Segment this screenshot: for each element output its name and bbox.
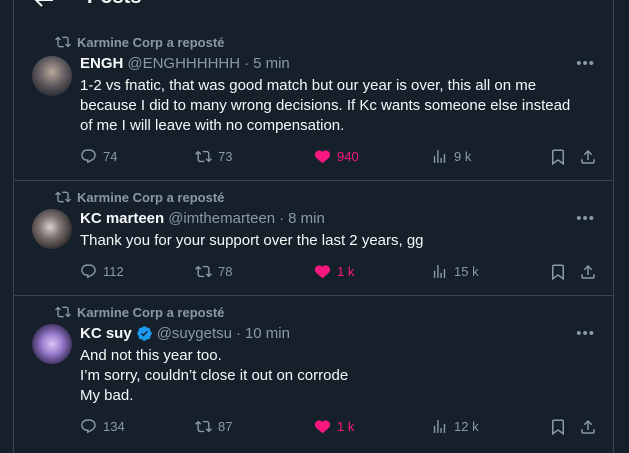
views-button[interactable]: 15 k (431, 263, 479, 280)
action-bar: 112 78 1 k 15 k (14, 263, 613, 283)
reply-icon (81, 264, 96, 279)
more-options-icon[interactable]: ••• (576, 325, 595, 342)
author-line: KC marteen @imthemarteen · 8 min (80, 210, 325, 227)
views-chart-icon (433, 420, 446, 433)
avatar[interactable] (32, 324, 72, 364)
bookmark-icon (552, 264, 564, 281)
tweet-text-line: I’m sorry, couldn’t close it out on corr… (80, 367, 349, 384)
views-button[interactable]: 9 k (431, 148, 471, 165)
separator: · (279, 210, 285, 227)
back-arrow-icon[interactable] (34, 0, 54, 7)
tweet-text-line: And not this year too. (80, 347, 222, 364)
repost-button[interactable]: 78 (195, 263, 232, 280)
bookmark-button[interactable] (549, 418, 567, 441)
like-button[interactable]: 940 (314, 148, 359, 165)
repost-button[interactable]: 87 (195, 418, 232, 435)
repost-icon (195, 265, 212, 278)
author-handle[interactable]: @ENGHHHHHH (127, 55, 240, 72)
share-button[interactable] (579, 148, 597, 171)
verified-badge-icon (136, 326, 152, 341)
repost-count: 73 (218, 149, 233, 164)
heart-icon (314, 265, 331, 279)
author-handle[interactable]: @imthemarteen (168, 210, 275, 227)
repost-icon (55, 306, 71, 318)
reply-icon (81, 149, 96, 164)
repost-button[interactable]: 73 (195, 148, 232, 165)
author-name[interactable]: KC suy (80, 325, 132, 342)
timestamp[interactable]: 5 min (253, 55, 290, 72)
repost-count: 78 (218, 264, 233, 279)
repost-indicator: Karmine Corp a reposté (55, 189, 224, 205)
like-button[interactable]: 1 k (314, 418, 354, 435)
repost-icon (55, 191, 71, 203)
share-icon (581, 149, 595, 164)
bookmark-button[interactable] (549, 263, 567, 286)
repost-count: 87 (218, 419, 233, 434)
tweet-text-line: My bad. (80, 387, 134, 404)
like-count: 940 (337, 149, 359, 164)
share-icon (581, 264, 595, 279)
repost-icon (195, 150, 212, 163)
author-line: KC suy @suygetsu · 10 min (80, 325, 290, 342)
tweet-text-line: 1-2 vs fnatic, that was good match but o… (80, 77, 537, 94)
tweet[interactable]: Karmine Corp a reposté ENGH @ENGHHHHHH ·… (14, 26, 613, 181)
tweet-text: And not this year too. I’m sorry, couldn… (80, 346, 600, 406)
timeline-column: Posts Karmine Corp a reposté ENGH @ENGHH… (13, 0, 614, 453)
repost-indicator: Karmine Corp a reposté (55, 34, 224, 50)
timestamp[interactable]: 10 min (245, 325, 290, 342)
avatar[interactable] (32, 56, 72, 96)
like-button[interactable]: 1 k (314, 263, 354, 280)
views-button[interactable]: 12 k (431, 418, 479, 435)
separator: · (244, 55, 250, 72)
tweet[interactable]: Karmine Corp a reposté KC marteen @imthe… (14, 181, 613, 296)
share-button[interactable] (579, 418, 597, 441)
separator: · (235, 325, 241, 342)
heart-icon (314, 150, 331, 164)
share-icon (581, 419, 595, 434)
reply-count: 134 (103, 419, 125, 434)
page-title: Posts (87, 0, 141, 9)
more-options-icon[interactable]: ••• (576, 210, 595, 227)
author-name[interactable]: ENGH (80, 55, 123, 72)
author-line: ENGH @ENGHHHHHH · 5 min (80, 55, 290, 72)
more-options-icon[interactable]: ••• (576, 55, 595, 72)
tweet-text-line: Thank you for your support over the last… (80, 232, 424, 249)
repost-icon (55, 36, 71, 48)
author-name[interactable]: KC marteen (80, 210, 164, 227)
repost-label: Karmine Corp a reposté (77, 189, 225, 205)
avatar[interactable] (32, 209, 72, 249)
bookmark-icon (552, 419, 564, 436)
reply-button[interactable]: 74 (80, 148, 117, 165)
tweet-text: Thank you for your support over the last… (80, 231, 600, 251)
reply-button[interactable]: 112 (80, 263, 124, 280)
repost-label: Karmine Corp a reposté (77, 34, 225, 50)
repost-icon (195, 420, 212, 433)
heart-icon (314, 420, 331, 434)
repost-indicator: Karmine Corp a reposté (55, 304, 224, 320)
view-count: 15 k (454, 264, 479, 279)
reply-count: 112 (103, 264, 124, 279)
views-chart-icon (433, 150, 446, 163)
like-count: 1 k (337, 419, 355, 434)
action-bar: 74 73 940 9 k (14, 148, 613, 168)
bookmark-button[interactable] (549, 148, 567, 171)
reply-icon (81, 419, 96, 434)
repost-label: Karmine Corp a reposté (77, 304, 225, 320)
reply-count: 74 (103, 149, 118, 164)
page-header: Posts (14, 0, 613, 14)
views-chart-icon (433, 265, 446, 278)
tweet-text: 1-2 vs fnatic, that was good match but o… (80, 76, 600, 136)
tweet-text-line: of me I will leave with no compensation. (80, 117, 345, 134)
tweet[interactable]: Karmine Corp a reposté KC suy @suygetsu … (14, 296, 613, 453)
view-count: 9 k (454, 149, 472, 164)
tweet-text-line: because I did to many wrong decisions. I… (80, 97, 571, 114)
author-handle[interactable]: @suygetsu (157, 325, 232, 342)
bookmark-icon (552, 149, 564, 166)
like-count: 1 k (337, 264, 355, 279)
action-bar: 134 87 1 k 12 k (14, 418, 613, 438)
share-button[interactable] (579, 263, 597, 286)
reply-button[interactable]: 134 (80, 418, 125, 435)
view-count: 12 k (454, 419, 479, 434)
timestamp[interactable]: 8 min (288, 210, 325, 227)
